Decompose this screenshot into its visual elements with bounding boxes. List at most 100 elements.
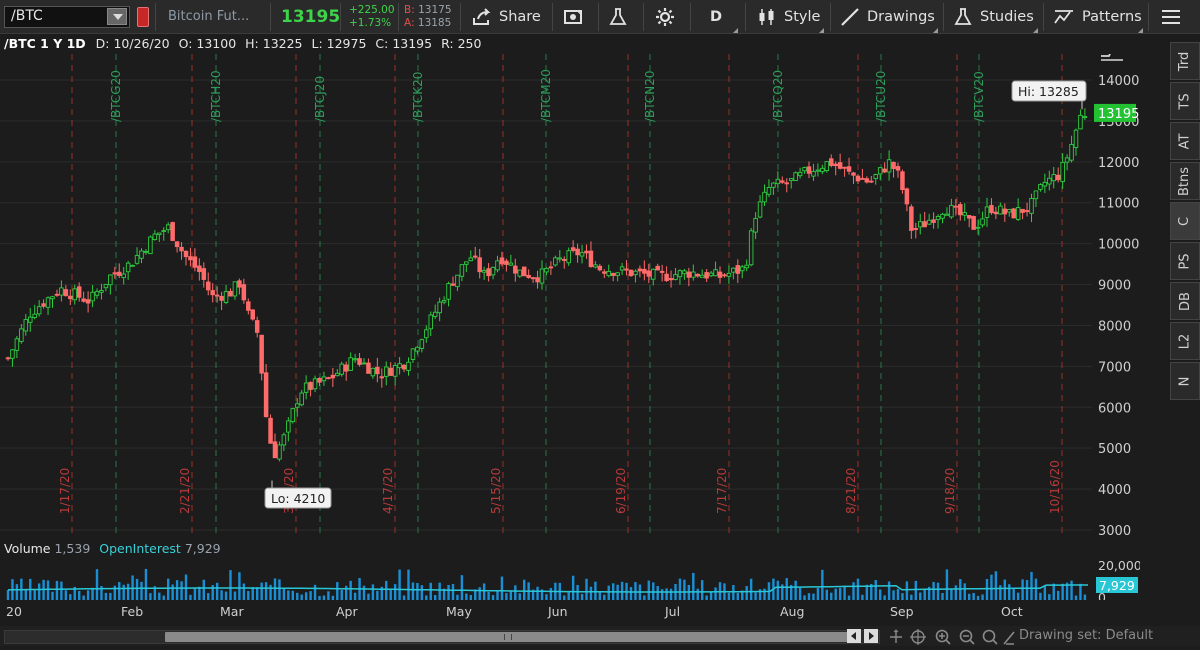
candle-body [877,167,883,175]
volume-bar [304,592,308,600]
volume-bar [620,581,624,600]
pan-icon[interactable] [890,629,902,643]
zoom-in-icon[interactable] [935,629,951,645]
volume-bar [896,588,900,600]
candle-body [19,328,24,342]
candle-body [486,268,491,277]
aggregation-button[interactable]: D [710,0,722,34]
candle-body [918,221,923,228]
candle-body [254,320,260,333]
side-tab-l2[interactable]: L2 [1170,322,1200,360]
style-button[interactable]: Style [757,0,820,34]
scroll-track[interactable] [4,630,880,644]
drawings-button[interactable]: Drawings [840,0,935,34]
rollover-label: /BTCG20 [109,70,123,122]
candle-body [815,169,821,172]
share-button[interactable]: Share [472,0,541,34]
candle-body [330,374,336,379]
candle-body [824,161,830,171]
studies-button[interactable]: Studies [953,0,1034,34]
candle-body [197,265,202,273]
volume-chart[interactable]: 20,000 0 7,929 [0,560,1140,600]
settings-button[interactable] [655,0,682,34]
volume-bar [202,579,205,600]
patterns-button[interactable]: Patterns [1053,0,1142,34]
zoom-fit-icon[interactable] [982,629,998,645]
drawing-set-selector[interactable]: Drawing set: Default [1019,628,1153,643]
volume-bar [287,590,290,600]
price-tick-label: 3000 [1098,524,1131,538]
price-tick-label: 14000 [1098,74,1139,89]
candle-body [157,232,162,236]
volume-bar [950,588,953,600]
side-tab-c[interactable]: C [1170,202,1200,240]
candle-body [1038,184,1043,190]
volume-bar [843,585,846,600]
candle-body [121,273,126,279]
candle-body [788,178,794,181]
volume-bar [1025,580,1029,600]
more-menu-button[interactable] [1160,0,1189,34]
volume-bar [15,584,19,600]
dropdown-corner-icon [933,23,938,33]
price-chart[interactable]: 1/17/202/21/203/20/204/17/205/15/206/19/… [0,54,1140,538]
scroll-thumb[interactable] [165,632,851,642]
volume-bar [291,590,294,600]
volume-bar [1012,587,1015,600]
volume-bar [598,591,602,600]
volume-bar [500,576,504,600]
volume-bar [1030,571,1033,600]
side-tab-label: C [1177,216,1193,226]
candle-body [553,257,558,266]
volume-bar [629,587,633,600]
candle-body [45,297,51,308]
chart-scrollbar[interactable]: Drawing set: Default [0,626,1200,646]
crosshair-icon[interactable] [910,629,926,645]
volume-bar [118,582,121,600]
chart-symbol-timeframe[interactable]: /BTC 1 Y 1D [4,36,86,51]
volume-bar [838,587,842,600]
candle-body [949,204,954,218]
candle-body [539,268,545,284]
volume-bar [571,575,575,600]
bar-range: R: 250 [441,36,482,51]
volume-bar [282,588,286,600]
drawing-tool-icon[interactable] [1003,631,1015,645]
candle-body [477,257,482,273]
side-tab-ps[interactable]: PS [1170,242,1200,280]
side-tab-db[interactable]: DB [1170,282,1200,320]
rollover-label: /BTCV20 [972,71,986,122]
candle-body [1060,161,1065,183]
divider [1148,3,1149,31]
scroll-arrows[interactable] [847,629,879,643]
candle-body [557,257,563,260]
candle-body [904,188,910,205]
link-color-icon[interactable] [137,7,149,27]
candle-body [508,262,514,266]
side-tab-n[interactable]: N [1170,362,1200,400]
zoom-out-icon[interactable] [959,629,975,645]
candle-body [726,272,732,277]
volume-bar [122,584,125,600]
volume-bar [1016,592,1020,600]
side-tab-at[interactable]: AT [1170,122,1200,160]
symbol-dropdown-button[interactable] [107,8,127,25]
rollover-label: /BTCN20 [643,70,657,122]
side-tab-ts[interactable]: TS [1170,82,1200,120]
drawings-label: Drawings [867,9,935,25]
candle-body [370,367,376,377]
side-tab-trd[interactable]: Trd [1170,42,1200,80]
volume-bar [91,587,94,600]
candle-body [570,247,576,251]
studies-lab-button[interactable] [608,0,635,34]
date-axis-label: Sep [890,604,914,619]
candle-body [1002,208,1008,215]
volume-bar [242,583,246,600]
studies-label: Studies [980,9,1034,25]
candle-body [1051,174,1056,182]
side-tab-btns[interactable]: Btns [1170,162,1200,200]
candle-body [210,290,215,296]
candle-body [32,313,37,318]
candle-body [846,166,852,172]
flexible-grid-button[interactable] [563,0,592,34]
